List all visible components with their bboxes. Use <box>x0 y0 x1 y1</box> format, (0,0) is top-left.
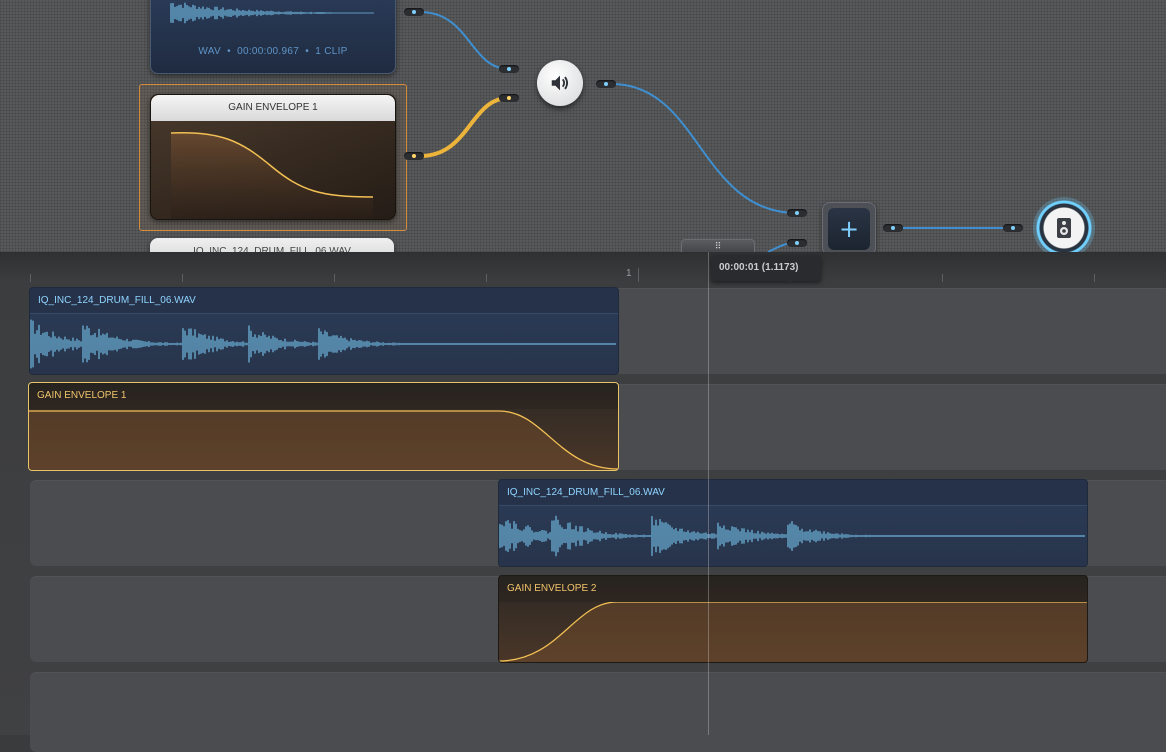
audio-node-output-port[interactable] <box>404 8 424 16</box>
clip-title: IQ_INC_124_DRUM_FILL_06.WAV <box>38 295 196 306</box>
output-input-port[interactable] <box>1003 224 1023 232</box>
audio-duration: 00:00:00.967 <box>237 46 300 57</box>
ruler-tick <box>334 274 335 282</box>
audio-node-meta: WAV • 00:00:00.967 • 1 CLIP <box>151 46 395 57</box>
mix-node[interactable]: + <box>822 202 876 252</box>
clip-waveform <box>30 319 616 369</box>
envelope-curve <box>499 602 1087 662</box>
clip-title: GAIN ENVELOPE 2 <box>507 583 597 594</box>
meta-separator: • <box>227 46 231 57</box>
playhead-time-tooltip: 00:00:01 (1.1173) <box>711 255 821 281</box>
ruler-tick <box>942 274 943 282</box>
audio-clip[interactable]: IQ_INC_124_DRUM_FILL_06.WAV <box>29 287 619 375</box>
output-speaker-icon <box>1057 218 1071 238</box>
gain-node-output-port[interactable] <box>596 80 616 88</box>
audio-file-node-2[interactable]: IQ_INC_124_DRUM_FILL_06.WAV <box>150 238 394 252</box>
mix-input-port-1[interactable] <box>787 209 807 217</box>
gain-envelope-node[interactable]: GAIN ENVELOPE 1 <box>150 94 396 220</box>
audio-clip[interactable]: IQ_INC_124_DRUM_FILL_06.WAV <box>498 479 1088 567</box>
envelope-clip[interactable]: GAIN ENVELOPE 2 <box>498 575 1088 663</box>
speaker-volume-icon <box>551 75 569 91</box>
ruler-label: 1 <box>626 268 632 279</box>
node-waveform <box>170 2 374 24</box>
clip-title: IQ_INC_124_DRUM_FILL_06.WAV <box>507 487 665 498</box>
audio-node-2-title: IQ_INC_124_DRUM_FILL_06.WAV <box>193 246 351 252</box>
ruler-tick <box>182 274 183 282</box>
wire-envelope-to-speaker[interactable] <box>419 96 510 158</box>
playhead-line[interactable] <box>708 252 709 735</box>
timeline-panel[interactable]: 1 IQ_INC_124_DRUM_FILL_06.WAV GAIN ENVEL… <box>0 252 1166 752</box>
speaker-input-port-audio[interactable] <box>499 65 519 73</box>
mix-input-port-2[interactable] <box>787 239 807 247</box>
gain-node[interactable] <box>537 60 583 106</box>
node-graph-canvas[interactable]: WAV • 00:00:00.967 • 1 CLIP GAIN ENVELOP… <box>0 0 1166 252</box>
envelope-node-curve <box>170 132 374 219</box>
clip-waveform <box>499 515 1085 557</box>
audio-file-node[interactable]: WAV • 00:00:00.967 • 1 CLIP <box>150 0 396 74</box>
envelope-node-title: GAIN ENVELOPE 1 <box>151 95 395 121</box>
wire-wav-to-speaker[interactable] <box>419 11 510 70</box>
output-node[interactable] <box>1033 197 1095 252</box>
mix-output-port[interactable] <box>883 224 903 232</box>
ruler-tick <box>30 274 31 282</box>
envelope-curve <box>29 410 618 470</box>
envelope-node-output-port[interactable] <box>404 152 424 160</box>
time-ruler[interactable] <box>30 252 1166 282</box>
speaker-input-port-gain[interactable] <box>499 94 519 102</box>
meta-separator: • <box>305 46 310 57</box>
plus-icon: + <box>838 215 860 243</box>
ruler-tick <box>1094 274 1095 282</box>
track-lane[interactable] <box>30 672 1166 752</box>
audio-format: WAV <box>198 46 221 57</box>
clip-title: GAIN ENVELOPE 1 <box>37 390 127 401</box>
grip-dots-icon: ⠿ <box>714 242 722 252</box>
panel-resize-handle[interactable]: ⠿ <box>681 239 755 252</box>
clip-count: 1 CLIP <box>315 46 348 57</box>
wire-speaker-to-mix[interactable] <box>611 83 798 214</box>
envelope-clip[interactable]: GAIN ENVELOPE 1 <box>28 382 619 471</box>
ruler-tick <box>486 274 487 282</box>
ruler-tick-major <box>638 268 639 282</box>
